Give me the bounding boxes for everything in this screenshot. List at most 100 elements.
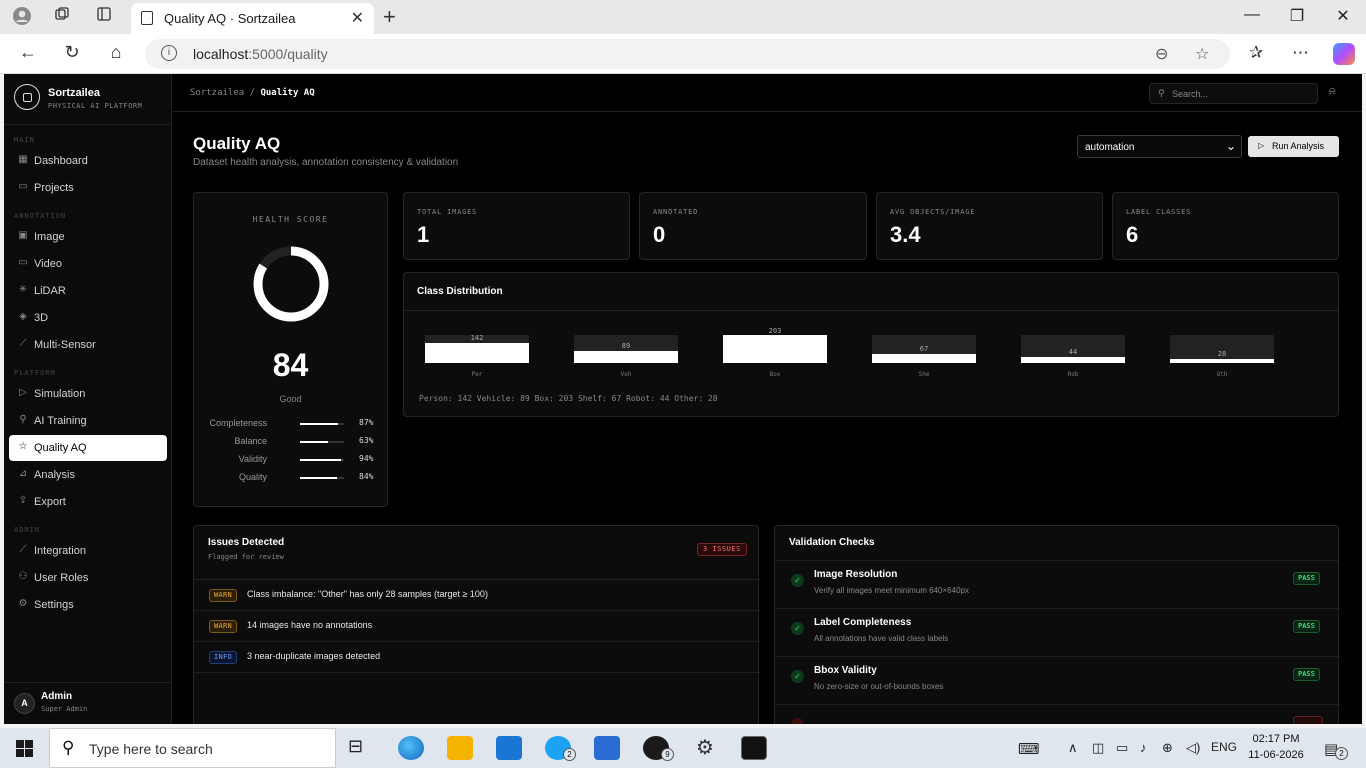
bar-fill (425, 343, 529, 363)
clock-time[interactable]: 02:17 PM (1251, 733, 1301, 745)
notification-bell-icon[interactable]: ⍾ (1329, 86, 1336, 97)
sidebar-item-ai-training[interactable]: ⚲ AI Training (9, 408, 167, 434)
more-menu-icon[interactable]: ⋯ (1292, 43, 1309, 63)
issues-list-end (194, 672, 760, 703)
sidebar-item-3d[interactable]: ◈ 3D (9, 305, 167, 331)
search-input[interactable] (1172, 87, 1312, 101)
user-profile[interactable]: A Admin Super Admin (4, 682, 172, 724)
bar-oth: 28 Oth (1170, 335, 1274, 378)
home-icon[interactable]: ⌂ (104, 42, 128, 63)
task-view-icon[interactable]: ⊟ (348, 736, 374, 760)
sidebar-item-settings[interactable]: ⚙ Settings (9, 592, 167, 618)
page-title: Quality AQ (193, 134, 281, 153)
search-box[interactable]: ⚲ (1149, 83, 1318, 104)
store-icon[interactable] (594, 736, 620, 760)
breadcrumb-separator: / (249, 88, 256, 98)
issue-row[interactable]: WARN 14 images have no annotations (194, 610, 760, 641)
check-name: Image Resolution (814, 569, 898, 580)
sidebar-item-integration[interactable]: ⟋ Integration (9, 538, 167, 564)
sidebar-item-analysis[interactable]: ⊿ Analysis (9, 462, 167, 488)
profile-icon[interactable] (11, 6, 33, 28)
brand-logo-icon (14, 84, 40, 110)
tab-actions-icon[interactable] (93, 6, 115, 28)
app-window: Sortzailea PHYSICAL AI PLATFORM MAIN ▦ D… (4, 74, 1362, 724)
metric-completeness: Completeness 87% (209, 418, 374, 428)
ai-icon: ⚲ (19, 414, 27, 425)
sidebar-item-image[interactable]: ▣ Image (9, 224, 167, 250)
health-donut (253, 246, 329, 322)
copilot-icon[interactable] (1333, 43, 1355, 65)
browser-tab-active[interactable]: Quality AQ · Sortzailea ✕ (131, 3, 374, 34)
bar-value-label: 44 (1068, 348, 1078, 356)
sidebar-item-video[interactable]: ▭ Video (9, 251, 167, 277)
project-select-value: automation (1085, 142, 1135, 153)
taskbar: ⚲ Type here to search ⊟ 2 9 ⚙ ⌨ ∧ ◫ ▭ ♪ … (0, 728, 1366, 768)
breadcrumb-root[interactable]: Sortzailea (190, 88, 244, 98)
language-indicator[interactable]: ENG (1211, 740, 1237, 754)
network-icon[interactable]: ⊕ (1162, 740, 1173, 756)
microphone-icon[interactable]: ♪ (1140, 740, 1147, 755)
sidebar-item-quality-aq[interactable]: ☆ Quality AQ (9, 435, 167, 461)
check-description: All annotations have valid class labels (814, 634, 949, 643)
bar-per: 142 Per (425, 334, 529, 378)
sidebar-item-lidar[interactable]: ✳ LiDAR (9, 278, 167, 304)
check-description: Verify all images meet minimum 640×640px (814, 586, 969, 595)
favorite-star-icon[interactable]: ☆ (1195, 44, 1209, 64)
file-explorer-icon[interactable] (447, 736, 473, 760)
restore-icon[interactable]: ❐ (1282, 6, 1312, 26)
favorites-icon[interactable]: ✰ (1249, 43, 1263, 63)
close-window-icon[interactable]: ✕ (1328, 6, 1358, 26)
sidebar-item-multi-sensor[interactable]: ⟋ Multi-Sensor (9, 332, 167, 358)
taskbar-search[interactable]: ⚲ Type here to search (49, 728, 336, 768)
bar-category-label: Oth (1216, 371, 1228, 378)
tab-close-icon[interactable]: ✕ (351, 8, 364, 28)
minimize-icon[interactable]: — (1237, 6, 1267, 24)
terminal-icon[interactable] (741, 736, 767, 760)
sidebar-item-dashboard[interactable]: ▦ Dashboard (9, 148, 167, 174)
issues-title: Issues Detected (208, 537, 285, 548)
zoom-icon[interactable]: ⊖ (1155, 44, 1168, 64)
metric-bar (300, 423, 339, 425)
grid-icon: ▦ (18, 154, 28, 165)
run-analysis-button[interactable]: ▷ Run Analysis (1248, 136, 1339, 157)
check-row[interactable]: ✓ Image Resolution Verify all images mee… (775, 561, 1340, 609)
sidebar-item-export[interactable]: ⇪ Export (9, 489, 167, 515)
page-icon (141, 11, 153, 25)
tab-title: Quality AQ · Sortzailea (164, 11, 296, 26)
clock-date[interactable]: 11-06-2026 (1248, 749, 1304, 761)
sidebar-item-projects[interactable]: ▭ Projects (9, 175, 167, 201)
url-text[interactable]: localhost:5000/quality (193, 46, 328, 62)
settings-icon[interactable]: ⚙ (692, 736, 718, 760)
issue-row[interactable]: INFO 3 near-duplicate images detected (194, 641, 760, 672)
edge-icon[interactable] (398, 736, 424, 760)
mail-icon[interactable] (496, 736, 522, 760)
section-annotation: ANNOTATION (14, 212, 67, 220)
section-main: MAIN (14, 136, 35, 144)
check-row-partial[interactable] (775, 705, 1340, 724)
sidebar-item-user-roles[interactable]: ⚇ User Roles (9, 565, 167, 591)
chart-icon: ⊿ (18, 468, 28, 479)
sidebar-item-simulation[interactable]: ▷ Simulation (9, 381, 167, 407)
volume-icon[interactable]: ◁) (1186, 740, 1200, 756)
address-bar[interactable]: i localhost:5000/quality ⊖ ☆ (145, 39, 1230, 69)
link-icon: ⟋ (19, 544, 27, 555)
workspaces-icon[interactable] (51, 6, 73, 28)
check-name: Bbox Validity (814, 665, 877, 676)
keyboard-icon[interactable]: ⌨ (1018, 740, 1040, 758)
windows-start-icon[interactable] (16, 740, 33, 757)
refresh-icon[interactable]: ↻ (60, 42, 84, 63)
tray-chevron-up-icon[interactable]: ∧ (1068, 740, 1078, 756)
bar-rob: 44 Rob (1021, 335, 1125, 378)
bar-she: 67 She (872, 335, 976, 378)
metric-bar (300, 477, 337, 479)
check-row[interactable]: ✓ Label Completeness All annotations hav… (775, 609, 1340, 657)
check-row[interactable]: ✓ Bbox Validity No zero-size or out-of-b… (775, 657, 1340, 705)
project-select[interactable]: automation ⌄ (1077, 135, 1242, 158)
site-info-icon[interactable]: i (161, 45, 177, 61)
back-icon[interactable]: ← (16, 42, 40, 63)
play-icon: ▷ (1258, 141, 1265, 150)
issue-row[interactable]: WARN Class imbalance: "Other" has only 2… (194, 579, 760, 610)
new-tab-icon[interactable]: + (383, 4, 396, 30)
camera-icon[interactable]: ◫ (1092, 740, 1104, 756)
battery-icon[interactable]: ▭ (1116, 740, 1128, 756)
